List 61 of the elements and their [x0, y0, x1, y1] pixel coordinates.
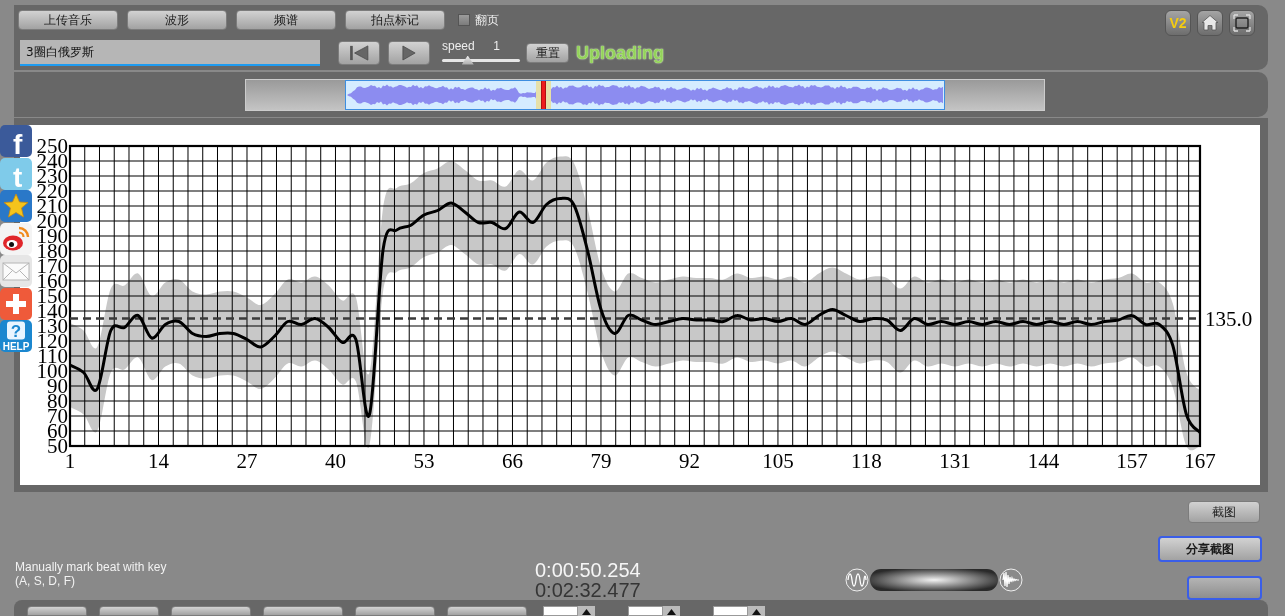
x-tick-label: 40 — [325, 449, 346, 473]
x-tick-label: 144 — [1027, 449, 1060, 473]
spin-up-icon[interactable] — [748, 606, 765, 616]
play-icon — [402, 45, 416, 61]
home-button[interactable] — [1197, 10, 1223, 36]
toolbar-button[interactable] — [263, 606, 343, 616]
toolbar-button[interactable] — [447, 606, 527, 616]
waveform-selection[interactable] — [345, 80, 945, 110]
slider-thumb[interactable] — [461, 55, 474, 65]
x-tick-label: 92 — [678, 449, 700, 473]
waveform-icon[interactable] — [999, 568, 1023, 592]
speed-value: 1 — [493, 38, 500, 53]
plus-icon[interactable] — [0, 287, 32, 320]
x-tick-label: 53 — [413, 449, 435, 473]
playhead-marker[interactable] — [535, 81, 551, 109]
x-tick-label: 79 — [590, 449, 612, 473]
number-field[interactable] — [628, 606, 663, 616]
toolbar-button[interactable]: 波形 — [127, 10, 227, 30]
speed-slider-track[interactable] — [442, 58, 520, 62]
toolbar-button[interactable] — [27, 606, 87, 616]
current-time: 0:00:50.254 — [535, 560, 641, 580]
number-field[interactable] — [543, 606, 578, 616]
overview-track[interactable] — [245, 79, 1045, 111]
eye-logo-icon[interactable] — [0, 222, 32, 255]
x-tick-label: 27 — [236, 449, 258, 473]
checkbox[interactable] — [458, 14, 470, 26]
x-tick-label: 14 — [148, 449, 169, 473]
skip-back-button[interactable] — [338, 41, 380, 65]
toolbar-button[interactable] — [355, 606, 435, 616]
skip-back-icon — [349, 45, 369, 61]
x-tick-label: 118 — [851, 449, 882, 473]
action-button[interactable]: 截图 — [1188, 501, 1260, 523]
speed-label: speed — [442, 38, 475, 53]
status-text: Uploading — [576, 42, 664, 64]
play-button[interactable] — [388, 41, 430, 65]
x-tick-label: 131 — [939, 449, 971, 473]
letter-logo-icon[interactable]: f — [0, 125, 32, 157]
fullscreen-icon — [1232, 13, 1252, 33]
toolbar-button[interactable] — [171, 606, 251, 616]
checkbox-label[interactable]: 翻页 — [475, 11, 499, 29]
home-icon — [1200, 13, 1220, 33]
help-icon[interactable]: ? HELP — [0, 320, 32, 352]
toolbar-button[interactable] — [99, 606, 159, 616]
reference-value: 135.0 — [1205, 306, 1253, 331]
total-time: 0:02:32.477 — [535, 580, 641, 600]
toolbar-button[interactable]: 拍点标记 — [345, 10, 445, 30]
spin-up-icon[interactable] — [578, 606, 595, 616]
action-button[interactable]: 分享截图 — [1158, 536, 1262, 562]
spin-up-icon[interactable] — [663, 606, 680, 616]
reset-button[interactable]: 重置 — [526, 43, 569, 63]
sine-wave-icon[interactable] — [845, 568, 869, 592]
number-field[interactable] — [713, 606, 748, 616]
x-tick-label: 66 — [501, 449, 523, 473]
hint-text: Manually mark beat with key (A, S, D, F) — [15, 560, 168, 588]
x-tick-label: 157 — [1116, 449, 1148, 473]
toolbar-button[interactable]: 上传音乐 — [18, 10, 118, 30]
song-title-field[interactable]: 3圈白俄罗斯 — [20, 40, 320, 66]
x-tick-label: 167 — [1184, 449, 1216, 473]
fullscreen-button[interactable] — [1229, 10, 1255, 36]
x-tick-label: 105 — [762, 449, 794, 473]
toolbar-button[interactable]: 频谱 — [236, 10, 336, 30]
